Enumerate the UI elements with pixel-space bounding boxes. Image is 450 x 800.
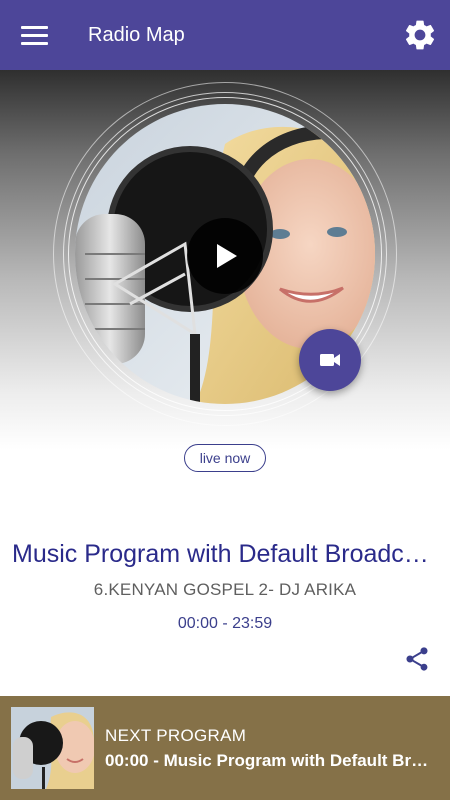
next-program-thumbnail: [11, 707, 94, 789]
menu-button[interactable]: [18, 20, 52, 50]
gear-icon: [405, 20, 435, 50]
share-icon: [406, 647, 428, 671]
settings-button[interactable]: [402, 17, 438, 53]
program-subtitle: 6.KENYAN GOSPEL 2- DJ ARIKA: [93, 580, 357, 599]
play-icon: [217, 244, 237, 268]
app-bar: Radio Map: [0, 0, 450, 70]
video-camera-icon: [320, 354, 340, 366]
hamburger-menu-icon-line: [21, 34, 48, 37]
program-title: Music Program with Default Broadc…: [12, 540, 429, 568]
app-title: Radio Map: [88, 24, 185, 46]
share-button[interactable]: [403, 645, 431, 673]
player-hero: [0, 70, 450, 450]
program-time: 00:00 - 23:59: [177, 615, 273, 632]
hamburger-menu-icon-line: [21, 42, 48, 45]
next-program-bar[interactable]: NEXT PROGRAM 00:00 - Music Program with …: [0, 696, 450, 800]
video-button[interactable]: [299, 329, 361, 391]
hamburger-menu-icon: [21, 26, 48, 29]
live-now-badge: live now: [184, 444, 266, 472]
next-program-title: 00:00 - Music Program with Default Br…: [105, 751, 429, 770]
next-program-label: NEXT PROGRAM: [105, 726, 247, 745]
play-button[interactable]: [187, 218, 263, 294]
